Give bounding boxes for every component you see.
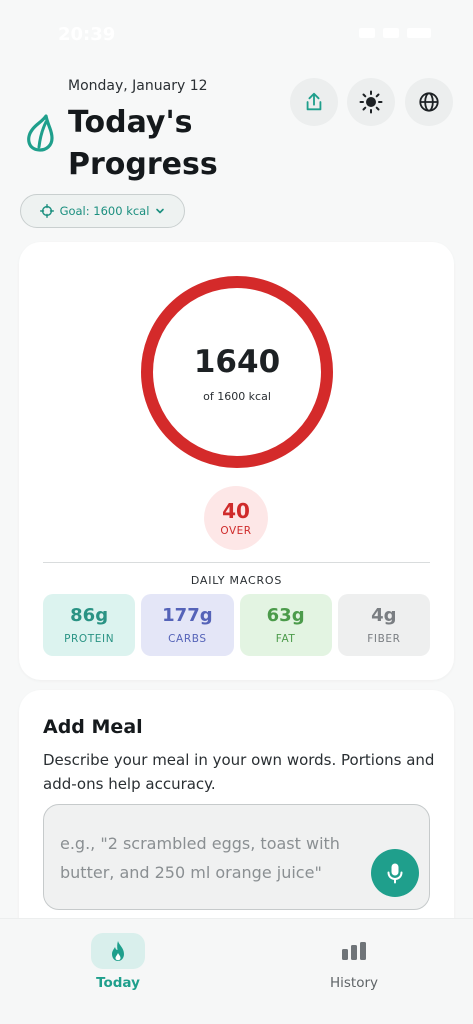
- over-value: 40: [222, 499, 250, 523]
- add-meal-description: Describe your meal in your own words. Po…: [43, 751, 435, 793]
- status-icons: [359, 28, 431, 38]
- add-meal-title: Add Meal: [43, 716, 143, 738]
- sun-icon: [359, 90, 383, 114]
- macro-protein: 86g PROTEIN: [43, 594, 136, 656]
- signal-icon: [359, 28, 375, 38]
- battery-icon: [407, 28, 431, 38]
- over-label: OVER: [220, 525, 252, 537]
- microphone-icon: [387, 863, 403, 884]
- header: Monday, January 12 Today's Progress: [22, 74, 453, 184]
- meal-input[interactable]: e.g., "2 scrambled eggs, toast with butt…: [43, 804, 430, 910]
- target-icon: [39, 204, 54, 218]
- calorie-goal-subtitle: of 1600 kcal: [203, 390, 271, 403]
- globe-icon: [419, 92, 439, 112]
- language-button[interactable]: [405, 78, 453, 126]
- over-badge: 40 OVER: [204, 486, 268, 550]
- add-meal-card: Add Meal Describe your meal in your own …: [19, 690, 454, 950]
- meal-input-placeholder: e.g., "2 scrambled eggs, toast with butt…: [60, 834, 340, 882]
- goal-selector[interactable]: Goal: 1600 kcal: [20, 194, 185, 228]
- theme-toggle-button[interactable]: [347, 78, 395, 126]
- macro-label: PROTEIN: [64, 633, 115, 645]
- tab-today[interactable]: Today: [58, 933, 178, 1009]
- macro-label: FAT: [275, 633, 296, 645]
- progress-card: 1640 of 1600 kcal 40 OVER DAILY MACROS 8…: [19, 242, 454, 680]
- macros-row: 86g PROTEIN 177g CARBS 63g FAT 4g FIBER: [43, 594, 430, 656]
- calorie-ring: 1640 of 1600 kcal: [137, 272, 337, 472]
- macro-value: 63g: [266, 605, 305, 626]
- macro-value: 177g: [162, 605, 213, 626]
- tab-today-label: Today: [96, 975, 140, 991]
- macro-fat: 63g FAT: [239, 594, 332, 656]
- goal-label: Goal: 1600 kcal: [59, 204, 150, 218]
- status-time: 20:39: [58, 24, 116, 45]
- tab-today-icon-wrap: [91, 933, 145, 969]
- macro-carbs: 177g CARBS: [141, 594, 234, 656]
- page-title: Today's Progress: [68, 105, 218, 182]
- tab-history-label: History: [329, 975, 379, 991]
- macro-label: CARBS: [168, 633, 207, 645]
- macros-title: DAILY MACROS: [190, 574, 283, 587]
- share-icon: [306, 92, 322, 111]
- status-bar: 20:39: [0, 0, 473, 70]
- macro-fiber: 4g FIBER: [337, 594, 430, 656]
- flame-icon: [112, 941, 124, 961]
- chevron-down-icon: [156, 208, 165, 214]
- leaf-logo-icon: [27, 114, 54, 152]
- tab-history-icon-wrap: [327, 933, 381, 969]
- wifi-icon: [383, 28, 399, 38]
- share-button[interactable]: [290, 78, 338, 126]
- macro-label: FIBER: [367, 633, 401, 645]
- macro-value: 86g: [70, 605, 109, 626]
- date-label: Monday, January 12: [68, 78, 208, 94]
- macro-value: 4g: [371, 605, 397, 626]
- bar-chart-icon: [342, 942, 366, 960]
- consumed-calories: 1640: [193, 344, 281, 380]
- divider: [43, 562, 430, 563]
- bottom-tab-bar: Today History: [0, 918, 473, 1024]
- tab-history[interactable]: History: [294, 933, 414, 1009]
- voice-input-button[interactable]: [371, 849, 419, 897]
